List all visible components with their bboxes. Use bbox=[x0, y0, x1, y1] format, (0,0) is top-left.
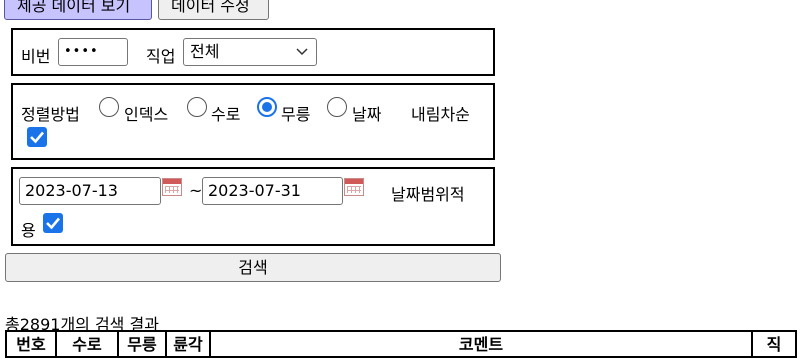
date-range-label-continued: 용 bbox=[21, 221, 36, 240]
password-label: 비번 bbox=[21, 47, 51, 66]
date-range-checkbox[interactable] bbox=[43, 213, 63, 233]
column-header-rungak[interactable]: 륜각 bbox=[165, 330, 211, 358]
job-select[interactable]: 전체 bbox=[183, 38, 317, 66]
column-header-suro[interactable]: 수로 bbox=[55, 330, 119, 358]
checkmark-icon bbox=[30, 131, 44, 144]
sort-option-date-label: 날짜 bbox=[352, 105, 382, 124]
chevron-down-icon bbox=[296, 48, 308, 56]
sort-label: 정렬방법 bbox=[21, 105, 80, 124]
sort-radio-index[interactable] bbox=[99, 97, 119, 117]
descending-checkbox[interactable] bbox=[27, 127, 47, 147]
sort-panel: 정렬방법 인덱스 수로 무릉 날짜 내림차순 bbox=[11, 83, 495, 160]
password-input[interactable]: •••• bbox=[58, 38, 128, 66]
calendar-icon[interactable] bbox=[344, 178, 364, 196]
date-panel: 2023-07-13 ~ 2023-07-31 날짜범위적 용 bbox=[11, 167, 495, 246]
edit-data-tab[interactable]: 데이터 수정 bbox=[158, 0, 269, 20]
job-label: 직업 bbox=[146, 47, 176, 66]
column-header-mureung[interactable]: 무릉 bbox=[117, 330, 167, 358]
descending-label: 내림차순 bbox=[411, 105, 470, 124]
column-header-comment[interactable]: 코멘트 bbox=[209, 330, 753, 358]
calendar-icon[interactable] bbox=[162, 178, 182, 196]
date-separator: ~ bbox=[189, 181, 203, 200]
sort-radio-suro[interactable] bbox=[187, 97, 207, 117]
date-to-input[interactable]: 2023-07-31 bbox=[202, 177, 343, 205]
column-header-number[interactable]: 번호 bbox=[5, 330, 57, 358]
sort-radio-date[interactable] bbox=[327, 97, 347, 117]
view-data-tab[interactable]: 제공 데이터 보기 bbox=[4, 0, 152, 20]
checkmark-icon bbox=[46, 217, 60, 230]
search-button[interactable]: 검색 bbox=[5, 253, 501, 282]
sort-option-mureung-label: 무릉 bbox=[281, 105, 311, 124]
auth-panel: 비번 •••• 직업 전체 bbox=[11, 28, 495, 76]
sort-radio-mureung[interactable] bbox=[257, 97, 277, 117]
date-range-label: 날짜범위적 bbox=[391, 185, 465, 204]
date-from-input[interactable]: 2023-07-13 bbox=[19, 177, 161, 205]
sort-option-suro-label: 수로 bbox=[211, 105, 241, 124]
results-table: 번호 수로 무릉 륜각 코멘트 직 bbox=[5, 330, 797, 358]
table-header-row: 번호 수로 무릉 륜각 코멘트 직 bbox=[5, 330, 797, 358]
job-select-value: 전체 bbox=[190, 42, 220, 61]
column-header-job[interactable]: 직 bbox=[751, 330, 797, 358]
sort-option-index-label: 인덱스 bbox=[124, 105, 169, 124]
